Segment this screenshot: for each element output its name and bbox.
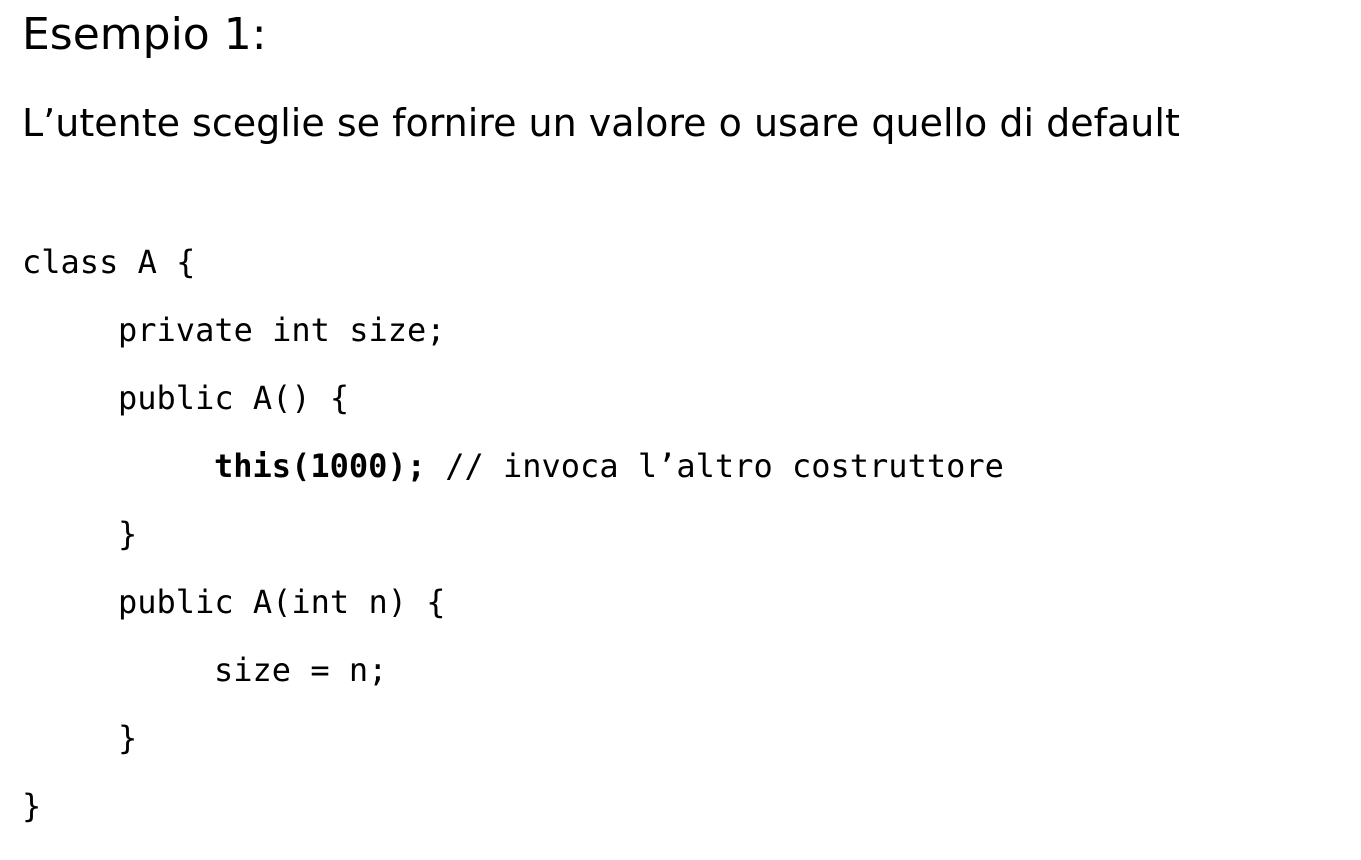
code-line-assignment: size = n; [214, 651, 388, 689]
code-line-default-constructor: public A() { [118, 379, 350, 417]
this-call-statement: this(1000); [214, 447, 426, 485]
code-line-this-call: this(1000); // invoca l’altro costruttor… [22, 440, 1004, 508]
code-line-close-default-constructor: } [118, 515, 138, 553]
code-block: class A { private int size; public A() {… [22, 236, 1004, 848]
code-line-param-constructor: public A(int n) { [118, 583, 446, 621]
code-line-class-declaration: class A { [22, 243, 196, 281]
slide-subtitle: L’utente sceglie se fornire un valore o … [22, 101, 1180, 145]
code-line-close-param-constructor: } [118, 719, 138, 757]
this-call-comment: // invoca l’altro costruttore [425, 447, 1004, 485]
code-line-field-declaration: private int size; [118, 311, 446, 349]
code-line-close-class: } [22, 787, 42, 825]
slide-title: Esempio 1: [22, 9, 267, 60]
